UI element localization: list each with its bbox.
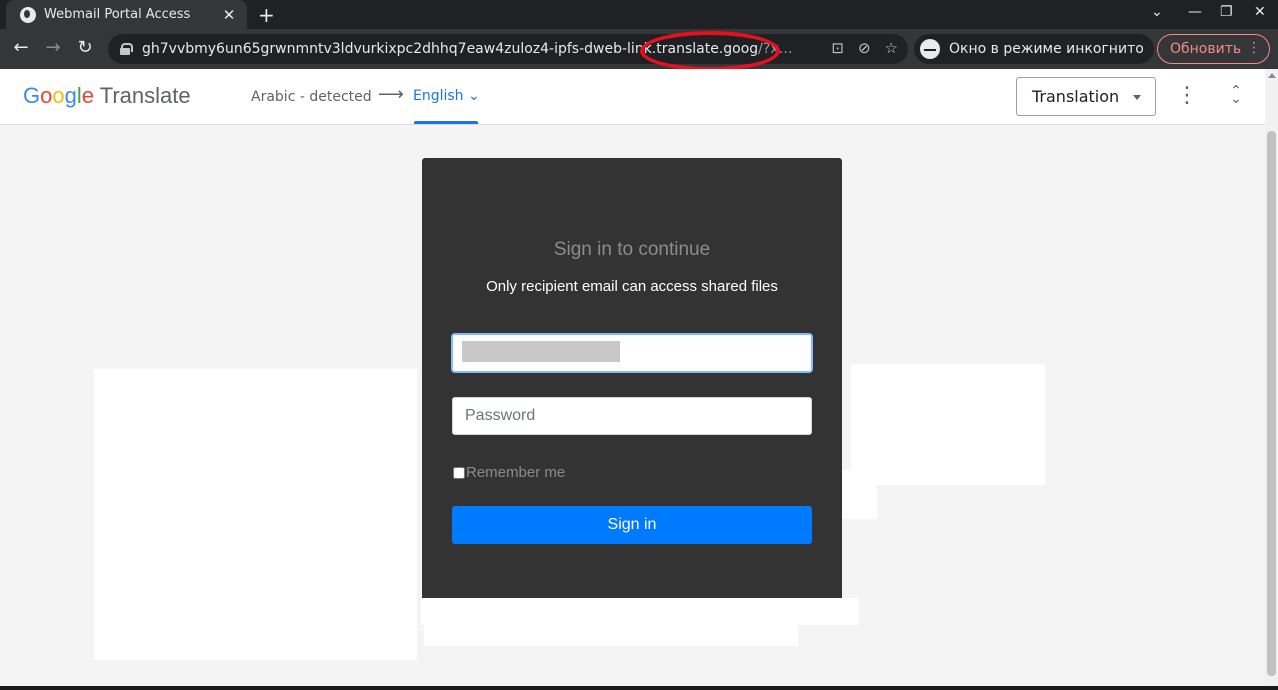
password-field[interactable]	[452, 397, 812, 435]
source-language-tab[interactable]: Arabic - detected	[251, 89, 372, 105]
tab-search-dropdown-icon[interactable]: ⌄	[1151, 4, 1163, 20]
globe-icon	[20, 6, 36, 23]
active-tab-indicator	[414, 121, 478, 124]
translation-mode-select[interactable]: Translation	[1016, 77, 1156, 116]
chevron-up-icon: ⌄	[1230, 81, 1242, 97]
remember-me-option[interactable]: Remember me	[453, 464, 565, 481]
address-bar[interactable]: gh7vvbmy6un65grwnmntv3ldvurkixpc2dhhq7ea…	[108, 34, 908, 64]
lock-icon[interactable]	[120, 43, 133, 55]
browser-tab[interactable]: Webmail Portal Access ✕	[6, 0, 247, 29]
background-block	[851, 364, 1045, 485]
google-translate-logo[interactable]: Google Translate	[23, 83, 191, 109]
window-bottom-edge	[0, 686, 1278, 690]
incognito-label: Окно в режиме инкогнито	[949, 41, 1144, 57]
scrollbar-thumb[interactable]	[1267, 131, 1276, 676]
tracking-blocked-icon[interactable]: ⊘	[858, 39, 871, 57]
login-card: Sign in to continue Only recipient email…	[422, 158, 842, 598]
sign-in-button[interactable]: Sign in	[452, 506, 812, 544]
bookmark-star-icon[interactable]: ☆	[885, 39, 898, 57]
browser-toolbar: ← → ↻ gh7vvbmy6un65grwnmntv3ldvurkixpc2d…	[0, 29, 1278, 69]
google-translate-bar: Google Translate Arabic - detected ⟶ Eng…	[0, 69, 1265, 125]
caret-down-icon	[1133, 95, 1141, 100]
remember-me-checkbox[interactable]	[453, 466, 465, 479]
tab-title: Webmail Portal Access	[44, 7, 191, 22]
tab-close-icon[interactable]: ✕	[221, 6, 237, 24]
maximize-icon[interactable]: ❐	[1220, 4, 1233, 20]
url-highlight-annotation	[640, 31, 780, 71]
address-bar-actions: ⊡ ⊘ ☆	[831, 39, 898, 57]
logo-letter: o	[40, 83, 53, 108]
browser-tab-strip: Webmail Portal Access ✕ + ⌄ — ❐ ✕	[0, 0, 1278, 29]
login-title: Sign in to continue	[553, 239, 711, 260]
incognito-indicator[interactable]: Окно в режиме инкогнито	[914, 34, 1154, 64]
background-block	[421, 598, 859, 625]
window-close-icon[interactable]: ✕	[1254, 4, 1266, 20]
remember-me-label: Remember me	[466, 464, 566, 481]
login-subtitle: Only recipient email can access shared f…	[486, 278, 778, 295]
target-language-tab[interactable]: English ⌄	[413, 88, 480, 104]
arrow-right-icon: ⟶	[378, 84, 404, 105]
page-scrollbar[interactable]	[1265, 69, 1278, 690]
redacted-email-value	[462, 341, 620, 362]
browser-menu-icon[interactable]: ⋮	[1247, 40, 1261, 56]
background-block	[94, 369, 417, 660]
back-icon[interactable]: ←	[9, 37, 33, 58]
translation-mode-value: Translation	[1032, 87, 1120, 106]
incognito-icon	[920, 39, 940, 59]
logo-letter: g	[64, 83, 77, 108]
background-block	[424, 624, 798, 646]
forward-icon[interactable]: →	[41, 37, 65, 58]
chevron-down-icon: ⌄	[468, 88, 480, 104]
scroll-up-arrow-icon[interactable]	[1268, 73, 1276, 78]
logo-translate-word: Translate	[99, 83, 191, 108]
new-tab-button[interactable]: +	[258, 3, 275, 27]
translate-page-icon[interactable]: ⊡	[831, 39, 844, 57]
minimize-icon[interactable]: —	[1188, 4, 1202, 20]
collapse-bar-icon[interactable]: ⌄ ⌄	[1228, 81, 1244, 106]
logo-letter: G	[23, 83, 41, 108]
logo-letter: e	[81, 83, 95, 108]
logo-letter: o	[52, 83, 65, 108]
reload-icon[interactable]: ↻	[73, 37, 97, 58]
update-label: Обновить	[1170, 41, 1242, 57]
background-block	[842, 470, 877, 519]
update-browser-button[interactable]: Обновить ⋮	[1157, 34, 1270, 64]
more-options-icon[interactable]: ⋮	[1176, 83, 1198, 108]
target-language-label: English	[413, 88, 464, 104]
